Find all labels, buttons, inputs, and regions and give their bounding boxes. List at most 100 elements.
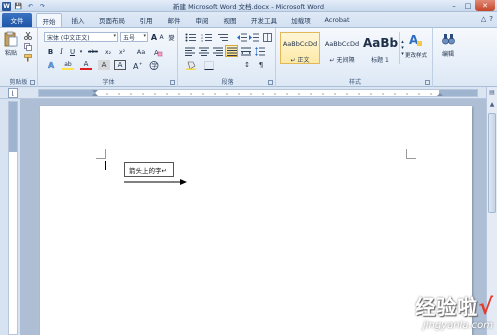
increase-indent-icon[interactable] (248, 32, 260, 42)
italic-button[interactable]: I (57, 47, 66, 57)
tab-page-layout[interactable]: 页面布局 (94, 14, 130, 26)
minimize-button[interactable]: – (447, 0, 461, 11)
tab-addins[interactable]: 加载项 (286, 14, 316, 26)
align-right-icon[interactable] (212, 46, 224, 56)
font-color-button[interactable]: A (80, 60, 92, 70)
line-spacing-icon[interactable] (254, 46, 266, 56)
change-styles-icon[interactable]: A (408, 32, 422, 46)
font-size-value: 五号 (123, 34, 136, 42)
copy-icon[interactable] (23, 42, 33, 51)
paragraph-launcher-icon[interactable] (268, 80, 273, 85)
style-no-spacing[interactable]: AaBbCcDd ↵ 无间隔 (322, 32, 362, 64)
align-left-icon[interactable] (184, 46, 196, 56)
underline-dropdown-icon[interactable]: ▾ (78, 47, 84, 57)
subscript-button[interactable]: x₂ (102, 47, 114, 57)
tab-review[interactable]: 审阅 (190, 14, 214, 26)
chevron-down-icon: ▾ (143, 33, 146, 39)
grow-font-button[interactable]: A (150, 32, 158, 42)
font-group-label: 字体 (102, 79, 115, 86)
bold-button[interactable]: B (46, 47, 55, 57)
show-marks-button[interactable]: ¶ (256, 60, 266, 70)
bullets-icon[interactable] (184, 32, 198, 42)
text-effects-icon[interactable]: A (46, 60, 58, 70)
paste-button[interactable]: 粘贴 (3, 48, 19, 57)
clear-formatting-icon[interactable]: A (152, 47, 164, 57)
font-size-select[interactable]: 五号 ▾ (120, 32, 148, 42)
tab-references[interactable]: 引用 (134, 14, 158, 26)
editing-button[interactable]: 编辑 (435, 49, 461, 58)
svg-text:+: + (139, 61, 142, 66)
watermark-url: jingyanla.com (422, 320, 493, 331)
paragraph-group: 123 ↕ ¶ 段落 (180, 28, 276, 87)
change-case-button[interactable]: Aa (134, 47, 148, 57)
horizontal-ruler[interactable] (38, 89, 478, 97)
scroll-thumb[interactable] (488, 113, 496, 213)
cut-icon[interactable] (23, 31, 33, 40)
textbox[interactable]: 箭头上的字↵ (124, 162, 174, 177)
clipboard-group: 粘贴 剪贴板 (0, 28, 38, 87)
shrink-font-button[interactable]: A (158, 33, 165, 42)
close-button[interactable]: ✕ (475, 0, 495, 11)
ruler-ticks (92, 90, 443, 96)
sort-button[interactable]: ↕ (242, 60, 252, 70)
multilevel-list-icon[interactable] (216, 32, 230, 42)
window-controls: – □ ✕ (447, 0, 495, 11)
tab-acrobat[interactable]: Acrobat (320, 14, 354, 26)
font-name-select[interactable]: 宋体 (中文正文) ▾ (44, 32, 118, 42)
tab-mailings[interactable]: 邮件 (162, 14, 186, 26)
numbering-icon[interactable]: 123 (200, 32, 214, 42)
style-heading-1-sample: AaBb (363, 36, 399, 50)
clipboard-launcher-icon[interactable] (30, 80, 35, 85)
arrow-shape[interactable] (124, 179, 188, 185)
document-page[interactable]: 箭头上的字↵ (40, 106, 472, 335)
style-heading-1[interactable]: AaBb 标题 1 (362, 32, 398, 64)
format-painter-icon[interactable] (23, 53, 33, 62)
collapse-ribbon-icon[interactable]: △ (481, 15, 486, 23)
phonetic-guide-button[interactable]: 變 (166, 32, 177, 42)
char-shading-button[interactable]: A (98, 60, 110, 70)
align-center-icon[interactable] (198, 46, 210, 56)
styles-scroll-icon[interactable]: ▴ ▾ ▾ (399, 32, 405, 64)
help-icon[interactable]: ? (489, 15, 493, 23)
distributed-align-icon[interactable] (240, 46, 252, 56)
paste-icon[interactable] (4, 31, 18, 47)
watermark: 经验啦√ jingyanla.com (415, 291, 493, 331)
ruler-toggle-icon[interactable]: ▤ (487, 87, 497, 97)
scroll-up-icon[interactable]: ▲ (487, 99, 497, 109)
tab-developer[interactable]: 开发工具 (246, 14, 282, 26)
style-normal[interactable]: AaBbCcDd ↵ 正文 (280, 32, 320, 64)
svg-text:A: A (48, 61, 55, 70)
style-heading-1-name: 标题 1 (371, 57, 389, 64)
char-border-button[interactable]: A (114, 60, 126, 70)
tab-home[interactable]: 开始 (36, 13, 62, 27)
char-scaling-icon[interactable]: A + (132, 60, 144, 70)
shading-icon[interactable] (184, 60, 198, 70)
tab-view[interactable]: 视图 (218, 14, 242, 26)
change-styles-button[interactable]: 更改样式 (402, 50, 430, 59)
editing-group: 编辑 (435, 28, 461, 87)
justify-icon[interactable] (225, 45, 238, 57)
tab-stop-selector[interactable]: ⌊ (8, 88, 18, 98)
ribbon: 粘贴 剪贴板 宋体 (中文正文) ▾ 五号 ▾ A A 變 B I U ▾ ab… (0, 27, 497, 87)
font-launcher-icon[interactable] (170, 80, 175, 85)
tab-file[interactable]: 文件 (2, 13, 32, 27)
borders-icon[interactable] (202, 60, 216, 70)
ribbon-tabs: 文件 开始 插入 页面布局 引用 邮件 审阅 视图 开发工具 加载项 Acrob… (0, 12, 497, 27)
vertical-ruler[interactable] (8, 101, 18, 335)
maximize-button[interactable]: □ (461, 0, 475, 11)
styles-launcher-icon[interactable] (425, 80, 430, 85)
help-area: △ ? (481, 15, 493, 23)
binoculars-icon[interactable] (441, 32, 455, 46)
vertical-ruler-top-margin (9, 102, 17, 152)
highlight-button[interactable]: ab (62, 60, 74, 70)
chinese-layout-icon[interactable] (262, 32, 272, 42)
horizontal-ruler-row (0, 87, 497, 99)
decrease-indent-icon[interactable] (236, 32, 248, 42)
textbox-text: 箭头上的字↵ (129, 166, 167, 175)
strikethrough-button[interactable]: abc (86, 47, 100, 57)
styles-group: AaBbCcDd ↵ 正文 AaBbCcDd ↵ 无间隔 AaBb 标题 1 ▴… (278, 28, 433, 87)
tab-insert[interactable]: 插入 (66, 14, 90, 26)
enclose-char-icon[interactable]: 字 (148, 60, 160, 70)
underline-button[interactable]: U (68, 47, 77, 57)
superscript-button[interactable]: x² (116, 47, 128, 57)
